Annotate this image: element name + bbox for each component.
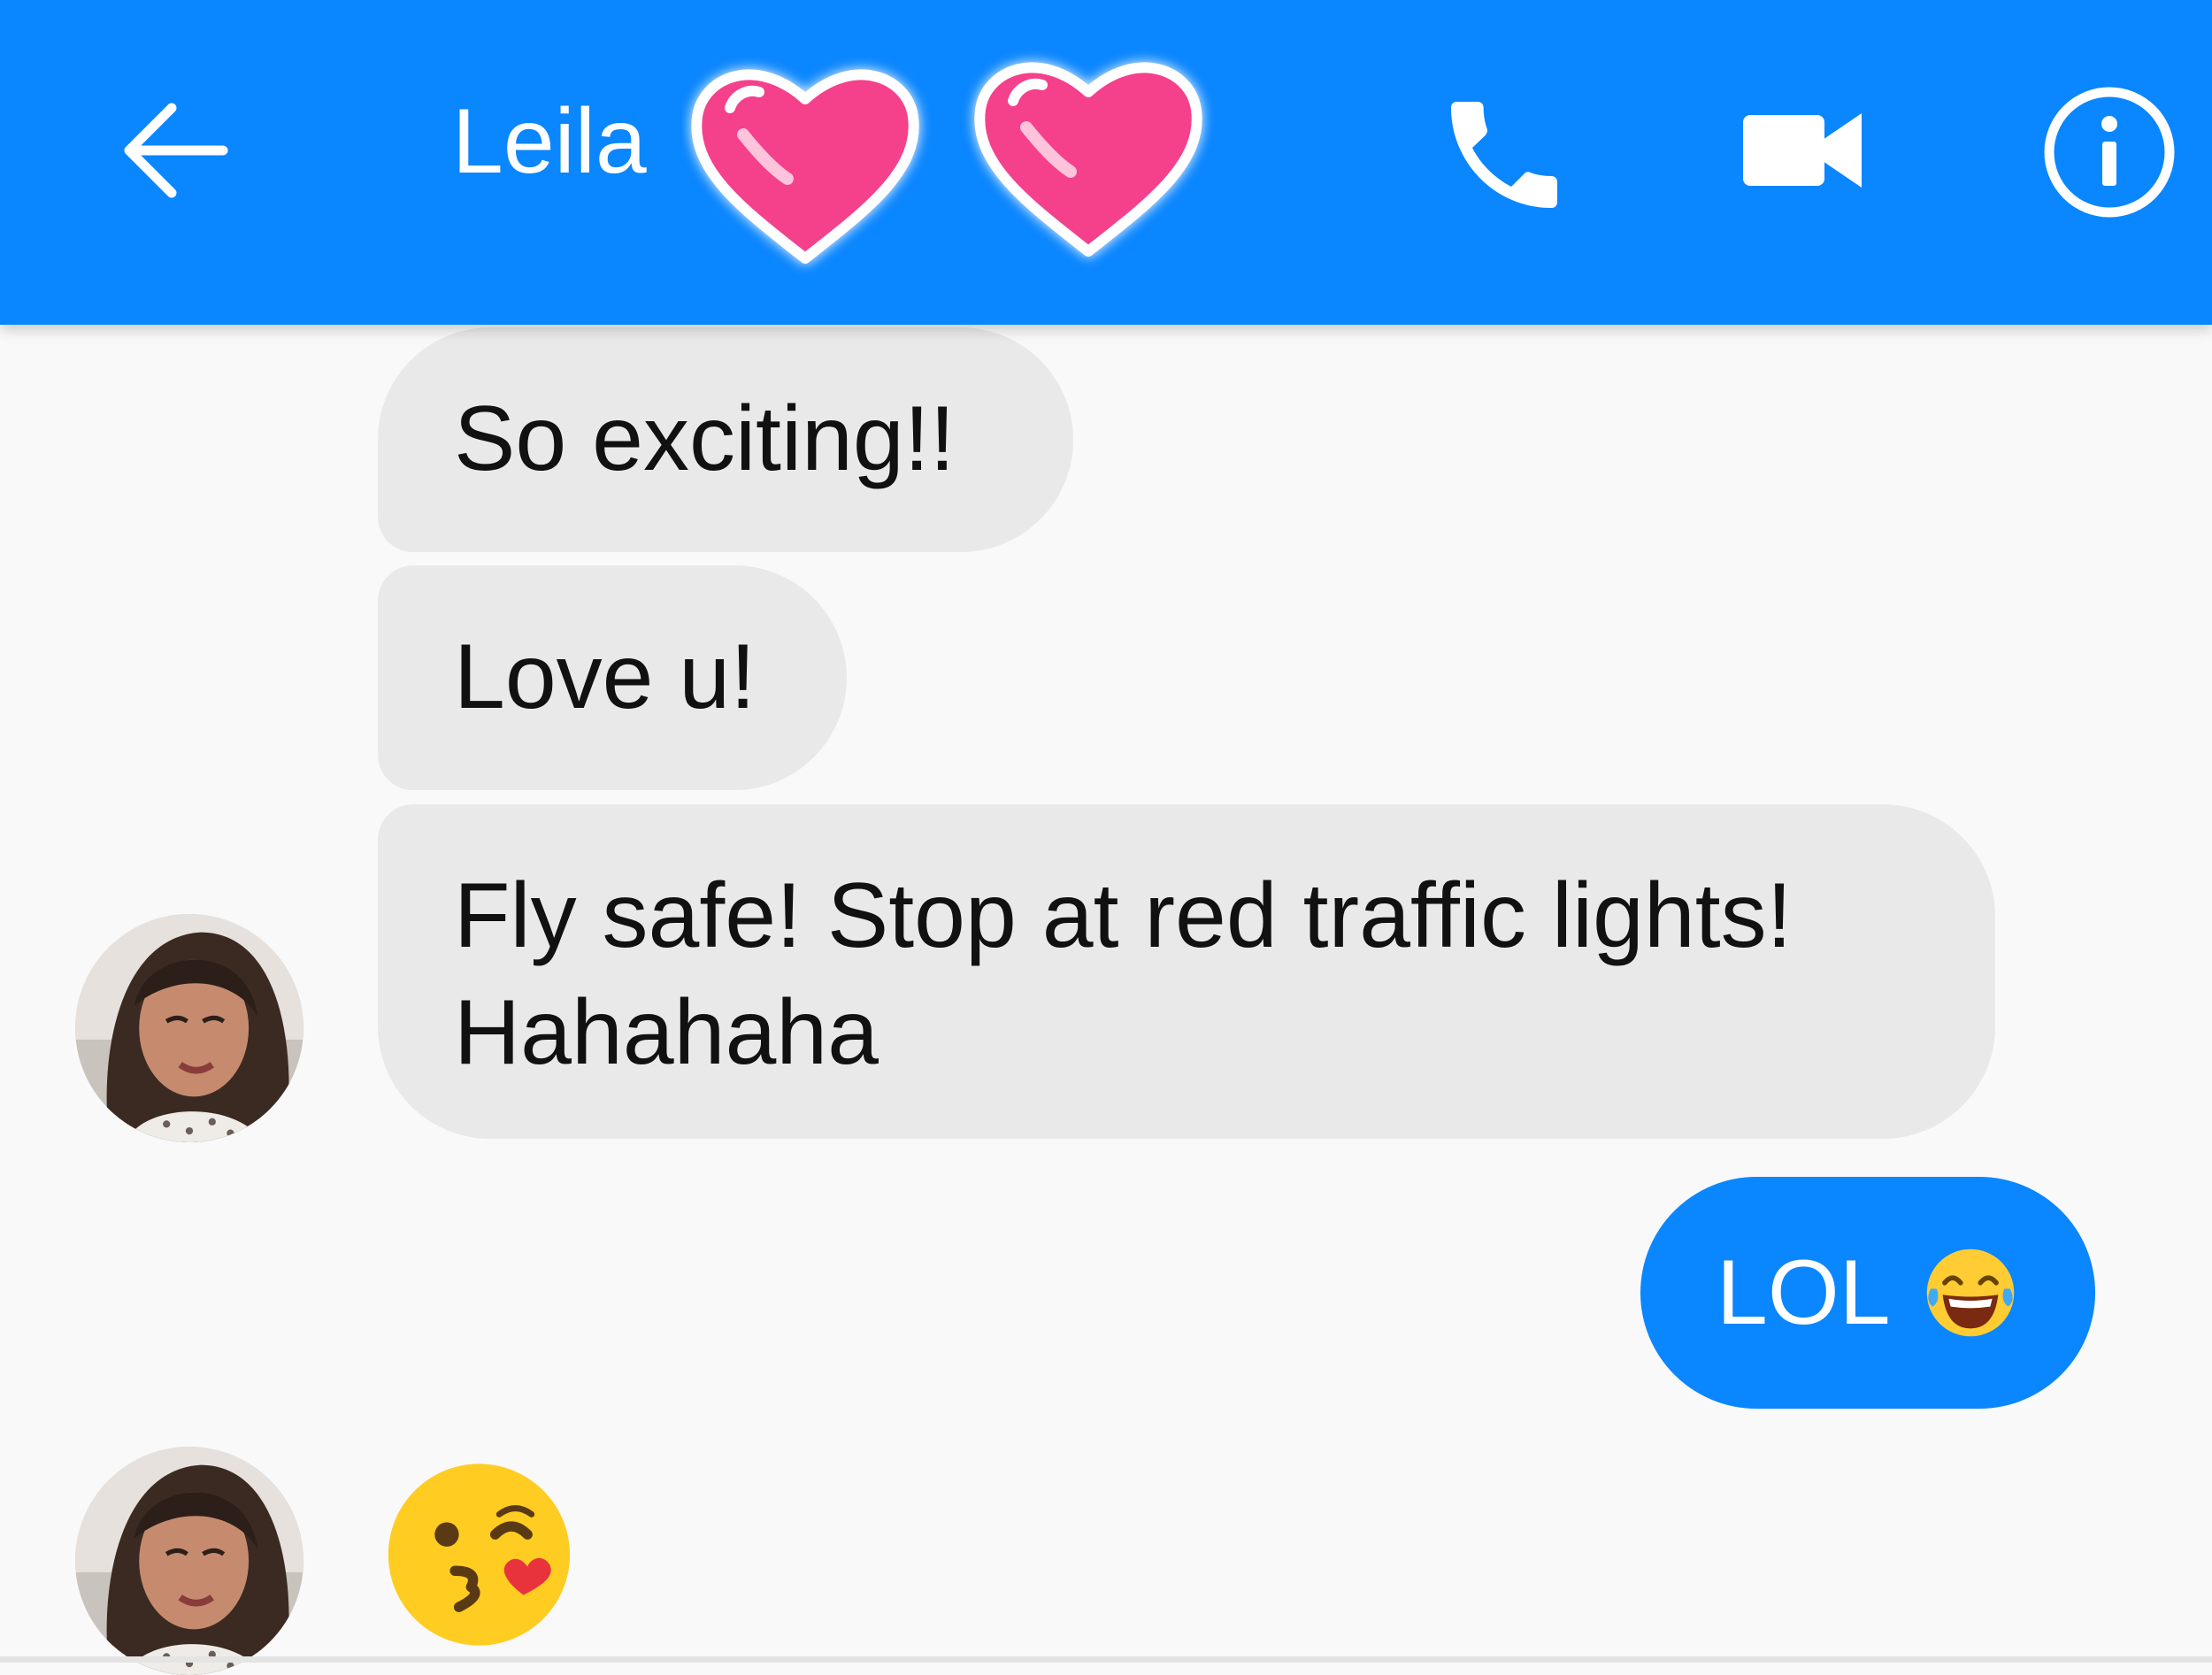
tears-of-joy-emoji [1926,1249,2014,1337]
incoming-message-bubble[interactable]: Fly safe! Stop at red traffic lights! Ha… [378,804,1995,1139]
message-text: LOL [1717,1241,1891,1344]
arrow-left-icon [124,103,228,198]
voice-call-button[interactable] [1433,84,1575,226]
avatar-photo [75,914,303,1142]
info-button[interactable] [2040,83,2178,221]
incoming-message-bubble[interactable]: Love u! [378,565,847,790]
heart-sticker-icon [691,62,1202,264]
contact-avatar[interactable] [75,1447,303,1675]
composer-divider [0,1656,2212,1663]
back-button[interactable] [113,88,237,212]
conversation-header: Leila [0,0,2212,325]
kissing-wink-heart-emoji[interactable] [382,1454,584,1656]
message-text: Fly safe! Stop at red traffic lights! Ha… [454,864,1793,1084]
video-call-button[interactable] [1741,97,1865,204]
info-icon [2044,87,2175,218]
message-text: So exciting!! [454,388,956,490]
phone-icon [1451,102,1557,208]
contact-avatar[interactable] [75,914,303,1142]
contact-name[interactable]: Leila [452,96,647,188]
outgoing-message-bubble[interactable]: LOL [1640,1177,2095,1409]
avatar-photo [75,1447,303,1675]
incoming-message-bubble[interactable]: So exciting!! [378,327,1073,552]
video-camera-icon [1743,113,1862,188]
message-text: Love u! [454,626,757,728]
